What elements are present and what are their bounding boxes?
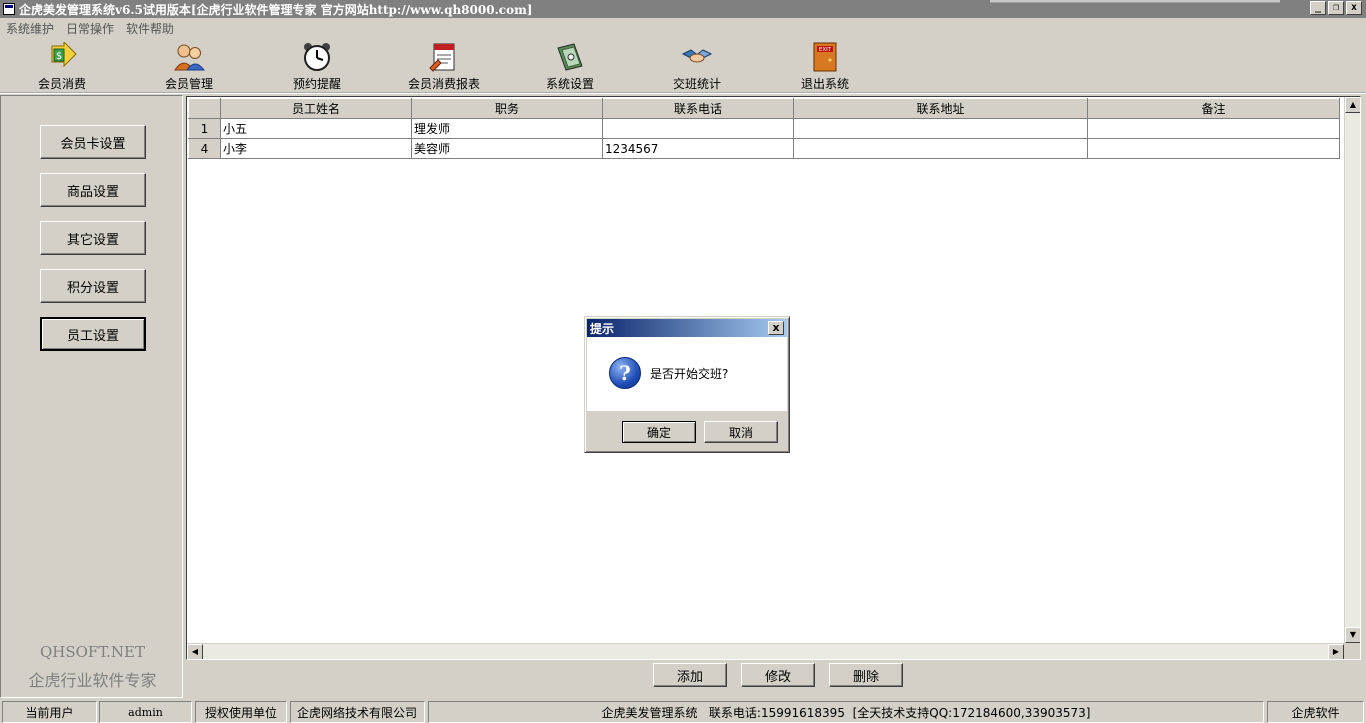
column-header-phone[interactable]: 联系电话: [602, 98, 794, 119]
delete-button[interactable]: 删除: [829, 663, 903, 687]
toolbar-shift-statistics[interactable]: 交班统计: [647, 42, 747, 92]
add-button[interactable]: 添加: [653, 663, 727, 687]
licensed-unit-label: 授权使用单位: [195, 701, 287, 723]
column-header-name[interactable]: 员工姓名: [220, 98, 412, 119]
handshake-icon: [681, 42, 713, 72]
restore-button[interactable]: ❐: [1328, 1, 1344, 15]
cell-phone[interactable]: [602, 118, 794, 139]
cell-name[interactable]: 小五: [220, 118, 412, 139]
brand-slogan: 企虎行业软件专家: [28, 671, 157, 690]
horizontal-scrollbar[interactable]: ◀ ▶: [187, 643, 1344, 659]
menu-system-maintenance[interactable]: 系统维护: [6, 20, 54, 37]
money-arrow-icon: $: [46, 40, 78, 72]
brand-url: QHSOFT.NET: [39, 643, 145, 661]
users-icon: [173, 42, 206, 72]
staff-table: 员工姓名 职务 联系电话 联系地址 备注 1 小五 理发师 4 小李 美容师 1…: [188, 98, 1340, 159]
question-icon: ?: [609, 357, 641, 389]
dialog-cancel-button[interactable]: 取消: [704, 421, 778, 443]
column-header-address[interactable]: 联系地址: [793, 98, 1088, 119]
cell-position[interactable]: 理发师: [411, 118, 603, 139]
table-header-row: 员工姓名 职务 联系电话 联系地址 备注: [188, 98, 1340, 119]
exit-sign-text: EXIT: [819, 47, 832, 53]
scroll-right-button[interactable]: ▶: [1328, 644, 1344, 659]
member-card-settings-button[interactable]: 会员卡设置: [40, 125, 146, 159]
menu-daily-operations[interactable]: 日常操作: [66, 20, 114, 37]
menu-software-help[interactable]: 软件帮助: [126, 20, 174, 37]
exit-door-icon: EXIT: [809, 42, 841, 72]
cell-notes[interactable]: [1087, 138, 1340, 159]
toolbar-system-settings[interactable]: 系统设置: [520, 42, 620, 92]
cell-name[interactable]: 小李: [220, 138, 412, 159]
edit-button[interactable]: 修改: [741, 663, 815, 687]
main-toolbar: $ 会员消费 会员管理 预约提醒 会员消费报表 系统设置 交班统计 EXIT 退…: [0, 38, 1366, 94]
row-number: 1: [188, 118, 221, 139]
status-bar: 当前用户 admin 授权使用单位 企虎网络技术有限公司 企虎美发管理系统 联系…: [0, 700, 1366, 723]
scroll-left-button[interactable]: ◀: [187, 644, 203, 659]
settings-book-icon: [554, 42, 586, 72]
dialog-message: 是否开始交班?: [650, 367, 729, 381]
dialog-ok-button[interactable]: 确定: [622, 421, 696, 443]
app-icon: [3, 3, 15, 15]
toolbar-exit-system[interactable]: EXIT 退出系统: [775, 42, 875, 92]
current-user-label: 当前用户: [2, 701, 97, 723]
menu-bar: 系统维护 日常操作 软件帮助: [0, 18, 1366, 38]
column-header-rownum: [188, 98, 221, 119]
dialog-body: ? 是否开始交班?: [587, 337, 787, 411]
toolbar-member-management[interactable]: 会员管理: [139, 42, 239, 92]
product-settings-button[interactable]: 商品设置: [40, 173, 146, 207]
svg-text:$: $: [56, 51, 62, 62]
vendor-name: 企虎软件: [1267, 701, 1364, 723]
confirm-dialog: 提示 x ? 是否开始交班? 确定 取消: [584, 316, 790, 453]
licensed-unit-value: 企虎网络技术有限公司: [290, 701, 425, 723]
scroll-up-button[interactable]: ▲: [1345, 97, 1360, 113]
dialog-close-button[interactable]: x: [768, 321, 784, 335]
overlay-bar: [990, 0, 1280, 3]
vertical-scrollbar[interactable]: ▲ ▼: [1344, 97, 1360, 643]
scroll-down-button[interactable]: ▼: [1345, 627, 1360, 643]
dialog-titlebar: 提示 x: [587, 319, 787, 337]
alarm-clock-icon: [301, 42, 333, 72]
close-button[interactable]: x: [1346, 1, 1362, 15]
cell-address[interactable]: [793, 118, 1088, 139]
minimize-button[interactable]: _: [1310, 1, 1326, 15]
window-title: 企虎美发管理系统v6.5试用版本[企虎行业软件管理专家 官方网站http://w…: [19, 2, 533, 17]
toolbar-label: 会员消费报表: [407, 77, 480, 91]
cell-phone[interactable]: 1234567: [602, 138, 794, 159]
settings-sidebar: 会员卡设置 商品设置 其它设置 积分设置 员工设置 QHSOFT.NET 企虎行…: [0, 95, 183, 698]
toolbar-appointment-reminder[interactable]: 预约提醒: [267, 42, 367, 92]
toolbar-label: 会员管理: [164, 77, 213, 91]
other-settings-button[interactable]: 其它设置: [40, 221, 146, 255]
column-header-notes[interactable]: 备注: [1087, 98, 1340, 119]
toolbar-label: 系统设置: [545, 77, 594, 91]
points-settings-button[interactable]: 积分设置: [40, 269, 146, 303]
scrollbar-corner: [1344, 643, 1360, 659]
cell-address[interactable]: [793, 138, 1088, 159]
toolbar-label: 预约提醒: [292, 77, 341, 91]
row-number: 4: [188, 138, 221, 159]
contact-info: 企虎美发管理系统 联系电话:15991618395 [全天技术支持QQ:1721…: [428, 701, 1264, 723]
toolbar-consumption-report[interactable]: 会员消费报表: [393, 42, 495, 92]
table-row[interactable]: 1 小五 理发师: [188, 118, 1340, 139]
toolbar-label: 退出系统: [800, 77, 849, 91]
column-header-position[interactable]: 职务: [411, 98, 603, 119]
window-titlebar: 企虎美发管理系统v6.5试用版本[企虎行业软件管理专家 官方网站http://w…: [0, 0, 1366, 18]
cell-notes[interactable]: [1087, 118, 1340, 139]
cell-position[interactable]: 美容师: [411, 138, 603, 159]
staff-settings-button[interactable]: 员工设置: [40, 317, 146, 351]
table-row[interactable]: 4 小李 美容师 1234567: [188, 138, 1340, 159]
report-icon: [428, 42, 460, 72]
toolbar-member-consumption[interactable]: $ 会员消费: [12, 40, 112, 92]
toolbar-label: 会员消费: [37, 77, 86, 91]
dialog-title: 提示: [590, 321, 615, 336]
current-user-value: admin: [99, 701, 192, 723]
toolbar-label: 交班统计: [672, 77, 721, 91]
